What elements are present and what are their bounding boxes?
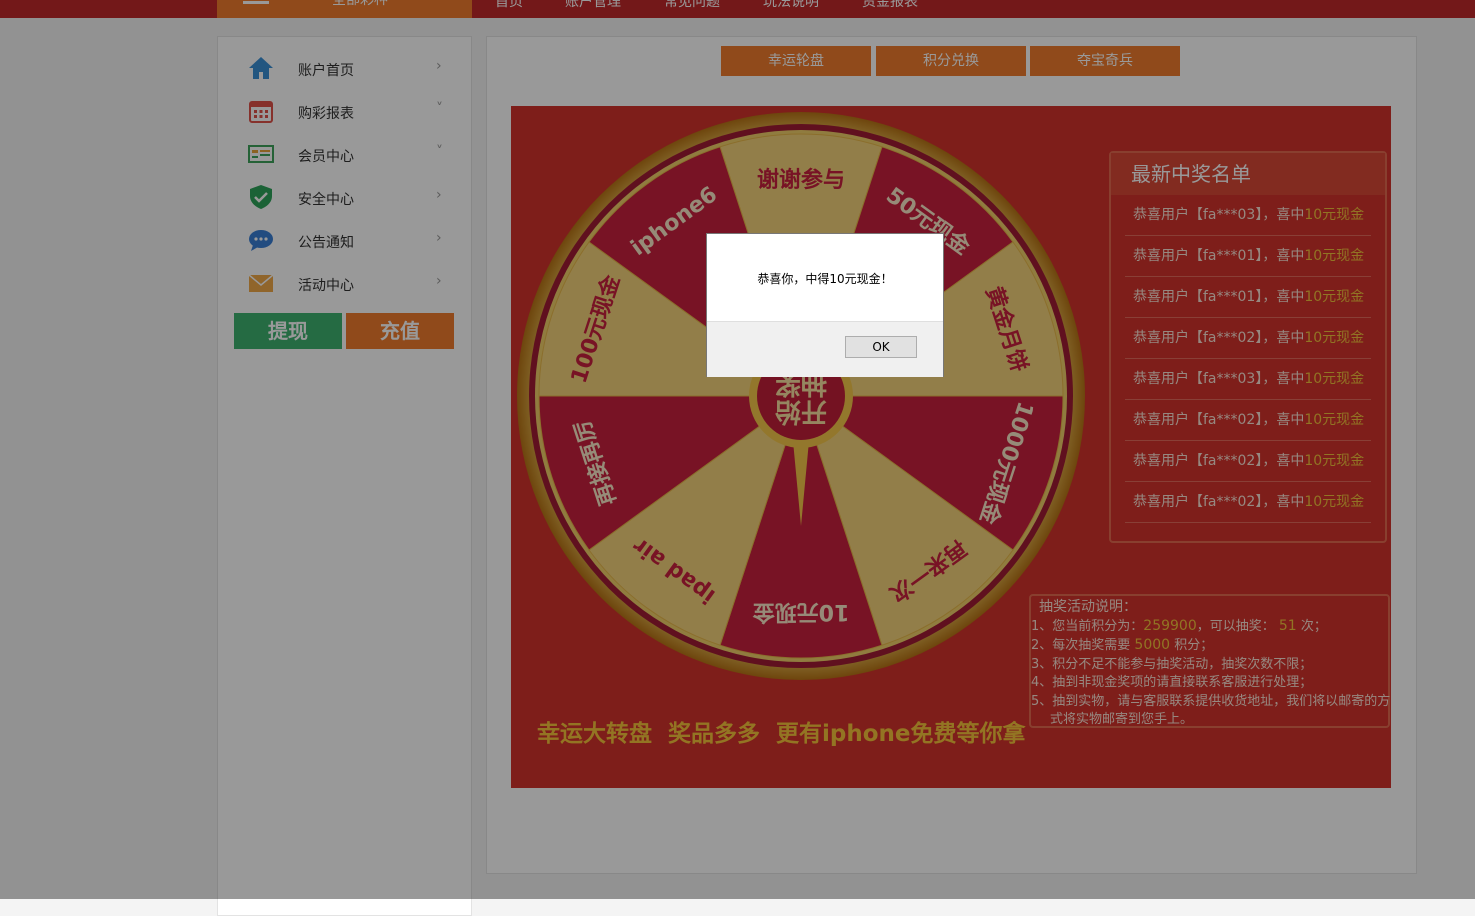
modal-overlay [0, 0, 1475, 899]
alert-message: 恭喜你，中得10元现金！ [757, 272, 893, 286]
ok-button[interactable]: OK [845, 336, 917, 358]
alert-footer: OK [707, 321, 943, 377]
alert-dialog: 恭喜你，中得10元现金！ OK [706, 233, 944, 377]
